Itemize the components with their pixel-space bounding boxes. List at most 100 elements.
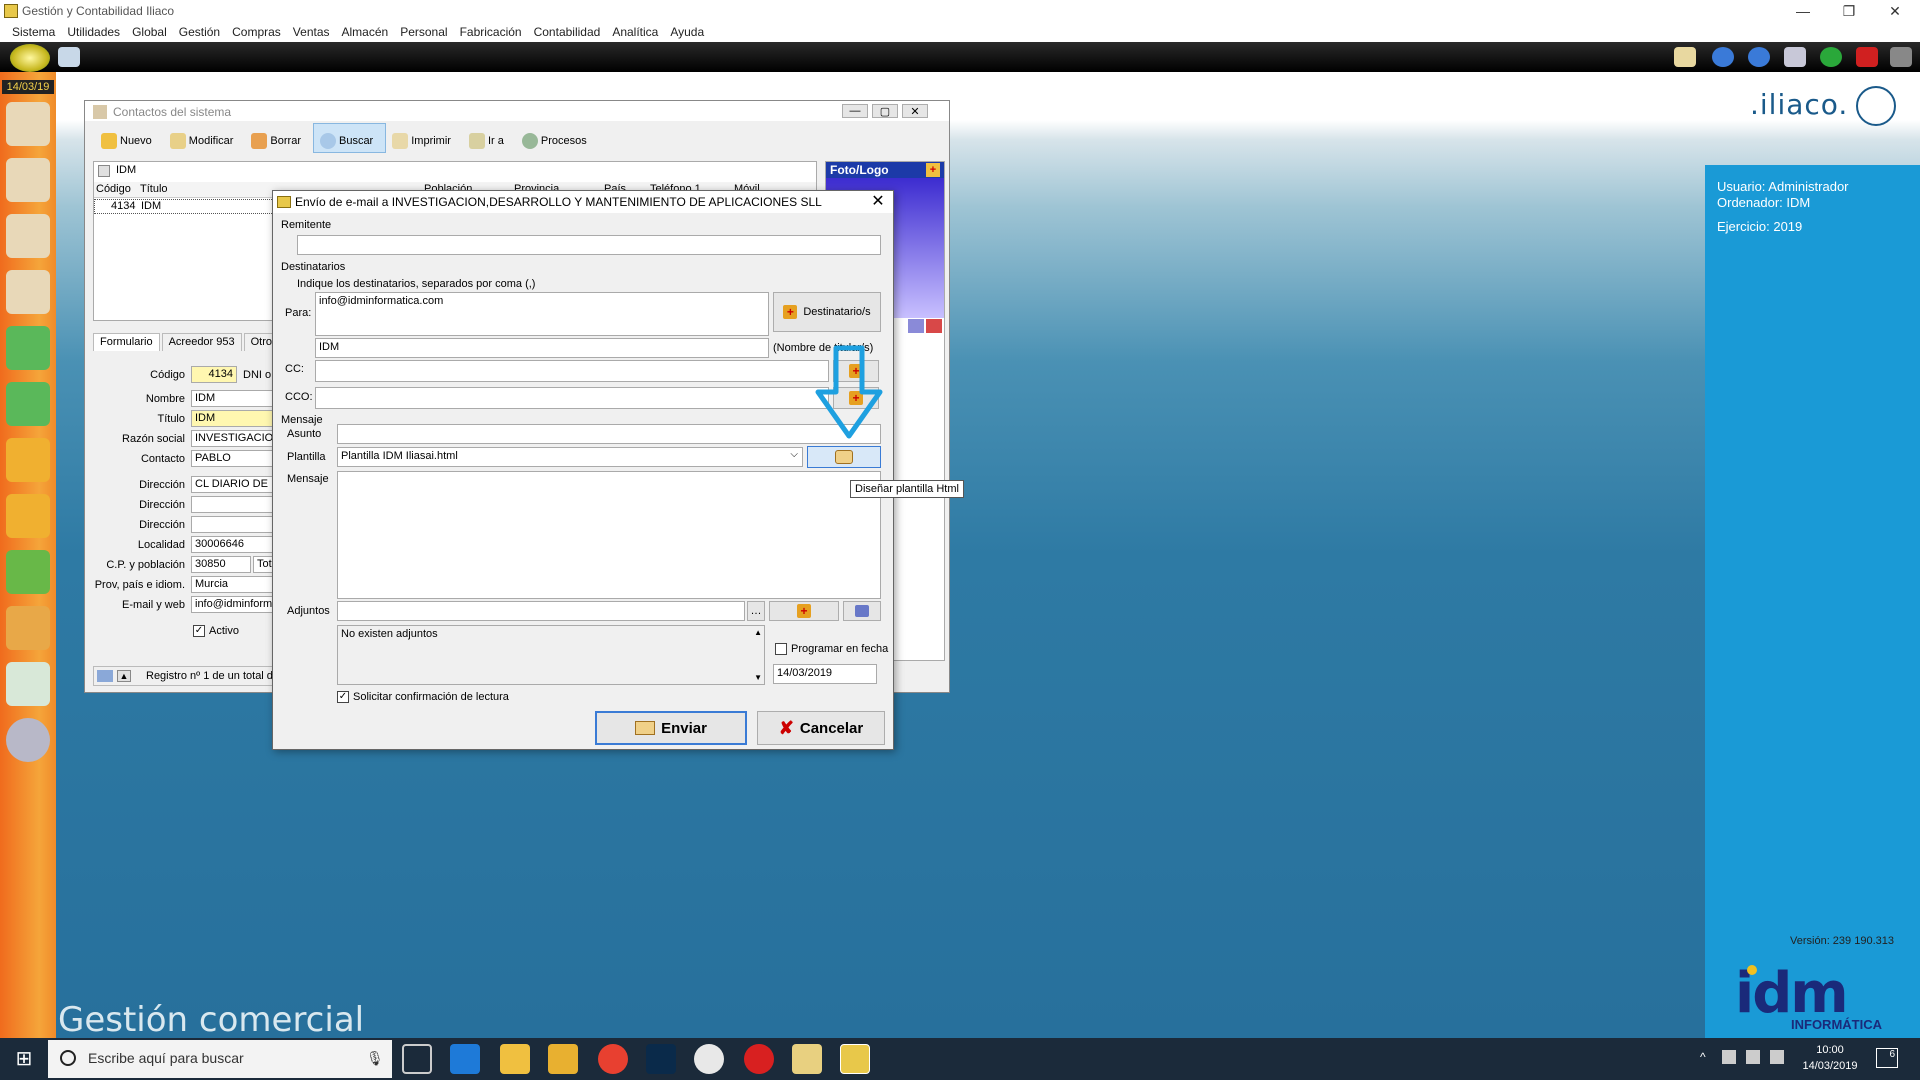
subject-input[interactable] [337, 424, 881, 444]
menu-personal[interactable]: Personal [394, 22, 453, 42]
schedule-date-input[interactable]: 14/03/2019 [773, 664, 877, 684]
field-direccion-2[interactable] [191, 496, 275, 513]
list-icon[interactable] [6, 662, 50, 706]
contacts-group-icon[interactable] [6, 102, 50, 146]
tab-acreedor[interactable]: Acreedor 953 [161, 333, 242, 351]
template-select[interactable]: Plantilla IDM Iliasai.html ⌵ [337, 447, 803, 467]
iliaco-task-icon[interactable] [792, 1044, 822, 1074]
iliaco-active-task-icon[interactable] [840, 1044, 870, 1074]
field-cp[interactable]: 30850 [191, 556, 251, 573]
cc-input[interactable] [315, 360, 829, 382]
pin-icon[interactable] [1890, 47, 1912, 67]
add-attachment-button[interactable]: + [769, 601, 839, 621]
search-field[interactable]: IDM [116, 164, 136, 176]
delete-button[interactable]: Borrar [245, 123, 313, 153]
field-direccion-1[interactable]: CL DIARIO DE [191, 476, 275, 493]
app-circle-icon[interactable] [694, 1044, 724, 1074]
invoice-icon[interactable] [6, 382, 50, 426]
to-name-input[interactable]: IDM [315, 338, 769, 358]
home-orb-icon[interactable] [10, 44, 50, 72]
search-button[interactable]: Buscar [312, 123, 387, 153]
browse-attachment-button[interactable]: … [747, 601, 765, 621]
menu-ayuda[interactable]: Ayuda [664, 22, 710, 42]
contacts-close-button[interactable]: ✕ [902, 104, 928, 118]
menu-ventas[interactable]: Ventas [287, 22, 336, 42]
email-dialog-close-icon[interactable]: ✕ [865, 192, 891, 212]
minimize-icon[interactable]: — [1780, 0, 1826, 22]
taskbar-search[interactable]: Escribe aquí para buscar 🎙 [48, 1040, 392, 1078]
disc-icon[interactable] [6, 718, 50, 762]
agent-icon[interactable] [6, 270, 50, 314]
users-icon[interactable] [58, 47, 80, 67]
attachments-list[interactable]: No existen adjuntos ▲ ▼ [337, 625, 765, 685]
notifications-icon[interactable]: 6 [1876, 1048, 1898, 1068]
menu-global[interactable]: Global [126, 22, 173, 42]
remove-attachment-button[interactable] [843, 601, 881, 621]
shopping-bag-icon[interactable] [6, 550, 50, 594]
close-app-icon[interactable] [1856, 47, 1878, 67]
folder-icon[interactable] [6, 606, 50, 650]
record-nav-icon[interactable] [97, 670, 113, 682]
supplier-icon[interactable] [6, 214, 50, 258]
rx-icon[interactable] [744, 1044, 774, 1074]
taskbar-clock[interactable]: 10:00 14/03/2019 [1790, 1042, 1870, 1074]
modify-button[interactable]: Modificar [164, 123, 246, 153]
menu-fabricacion[interactable]: Fabricación [454, 22, 528, 42]
client-icon[interactable] [6, 158, 50, 202]
contacts-maximize-button[interactable]: ▢ [872, 104, 898, 118]
menu-utilidades[interactable]: Utilidades [61, 22, 126, 42]
goto-button[interactable]: Ir a [463, 123, 516, 153]
menu-analitica[interactable]: Analítica [606, 22, 664, 42]
new-button[interactable]: Nuevo [95, 123, 164, 153]
active-checkbox[interactable]: ✓ [193, 625, 205, 637]
menu-sistema[interactable]: Sistema [6, 22, 61, 42]
scroll-up-icon[interactable]: ▲ [754, 628, 762, 637]
field-localidad[interactable]: 30006646 [191, 536, 275, 553]
volume-mute-icon[interactable] [1770, 1050, 1784, 1064]
field-codigo[interactable]: 4134 [191, 366, 237, 383]
file-explorer-icon[interactable] [548, 1044, 578, 1074]
window-list-icon[interactable] [1784, 47, 1806, 67]
col-codigo[interactable]: Código [96, 183, 131, 195]
message-textarea[interactable] [337, 471, 881, 599]
cco-input[interactable] [315, 387, 829, 409]
mail-app-icon[interactable] [500, 1044, 530, 1074]
field-email[interactable]: info@idminforma [191, 596, 275, 613]
articles-icon[interactable] [6, 326, 50, 370]
windows-start-icon[interactable]: ⊞ [0, 1038, 48, 1080]
print-button[interactable]: Imprimir [386, 123, 463, 153]
dropbox-icon[interactable] [1722, 1050, 1736, 1064]
network-icon[interactable] [1746, 1050, 1760, 1064]
schedule-checkbox[interactable] [775, 643, 787, 655]
scroll-down-icon[interactable]: ▼ [754, 673, 762, 682]
menu-almacen[interactable]: Almacén [336, 22, 395, 42]
task-view-icon[interactable] [402, 1044, 432, 1074]
read-receipt-checkbox[interactable]: ✓ [337, 691, 349, 703]
send-button[interactable]: Enviar [595, 711, 747, 745]
field-razon-social[interactable]: INVESTIGACION [191, 430, 275, 447]
menu-gestion[interactable]: Gestión [173, 22, 226, 42]
help-icon[interactable] [1820, 47, 1842, 67]
field-direccion-3[interactable] [191, 516, 275, 533]
photoshop-icon[interactable] [646, 1044, 676, 1074]
edge-icon[interactable] [450, 1044, 480, 1074]
forward-arrow-icon[interactable] [1748, 47, 1770, 67]
sender-input[interactable] [297, 235, 881, 255]
microphone-icon[interactable]: 🎙 [366, 1050, 384, 1067]
tab-formulario[interactable]: Formulario [93, 333, 160, 351]
processes-button[interactable]: Procesos [516, 123, 599, 153]
delete-photo-icon[interactable] [926, 319, 942, 333]
mail-icon[interactable] [1674, 47, 1696, 67]
recipients-button[interactable]: + Destinatario/s [773, 292, 881, 332]
add-photo-icon[interactable]: + [926, 163, 940, 177]
design-template-button[interactable] [807, 446, 881, 468]
menu-compras[interactable]: Compras [226, 22, 287, 42]
field-nombre[interactable]: IDM [191, 390, 275, 407]
field-titulo[interactable]: IDM [191, 410, 275, 427]
col-titulo[interactable]: Título [140, 183, 168, 195]
field-contacto[interactable]: PABLO [191, 450, 275, 467]
chrome-icon[interactable] [598, 1044, 628, 1074]
invoice-fc-icon[interactable] [6, 494, 50, 538]
tray-up-icon[interactable]: ^ [1700, 1050, 1706, 1064]
back-arrow-icon[interactable] [1712, 47, 1734, 67]
